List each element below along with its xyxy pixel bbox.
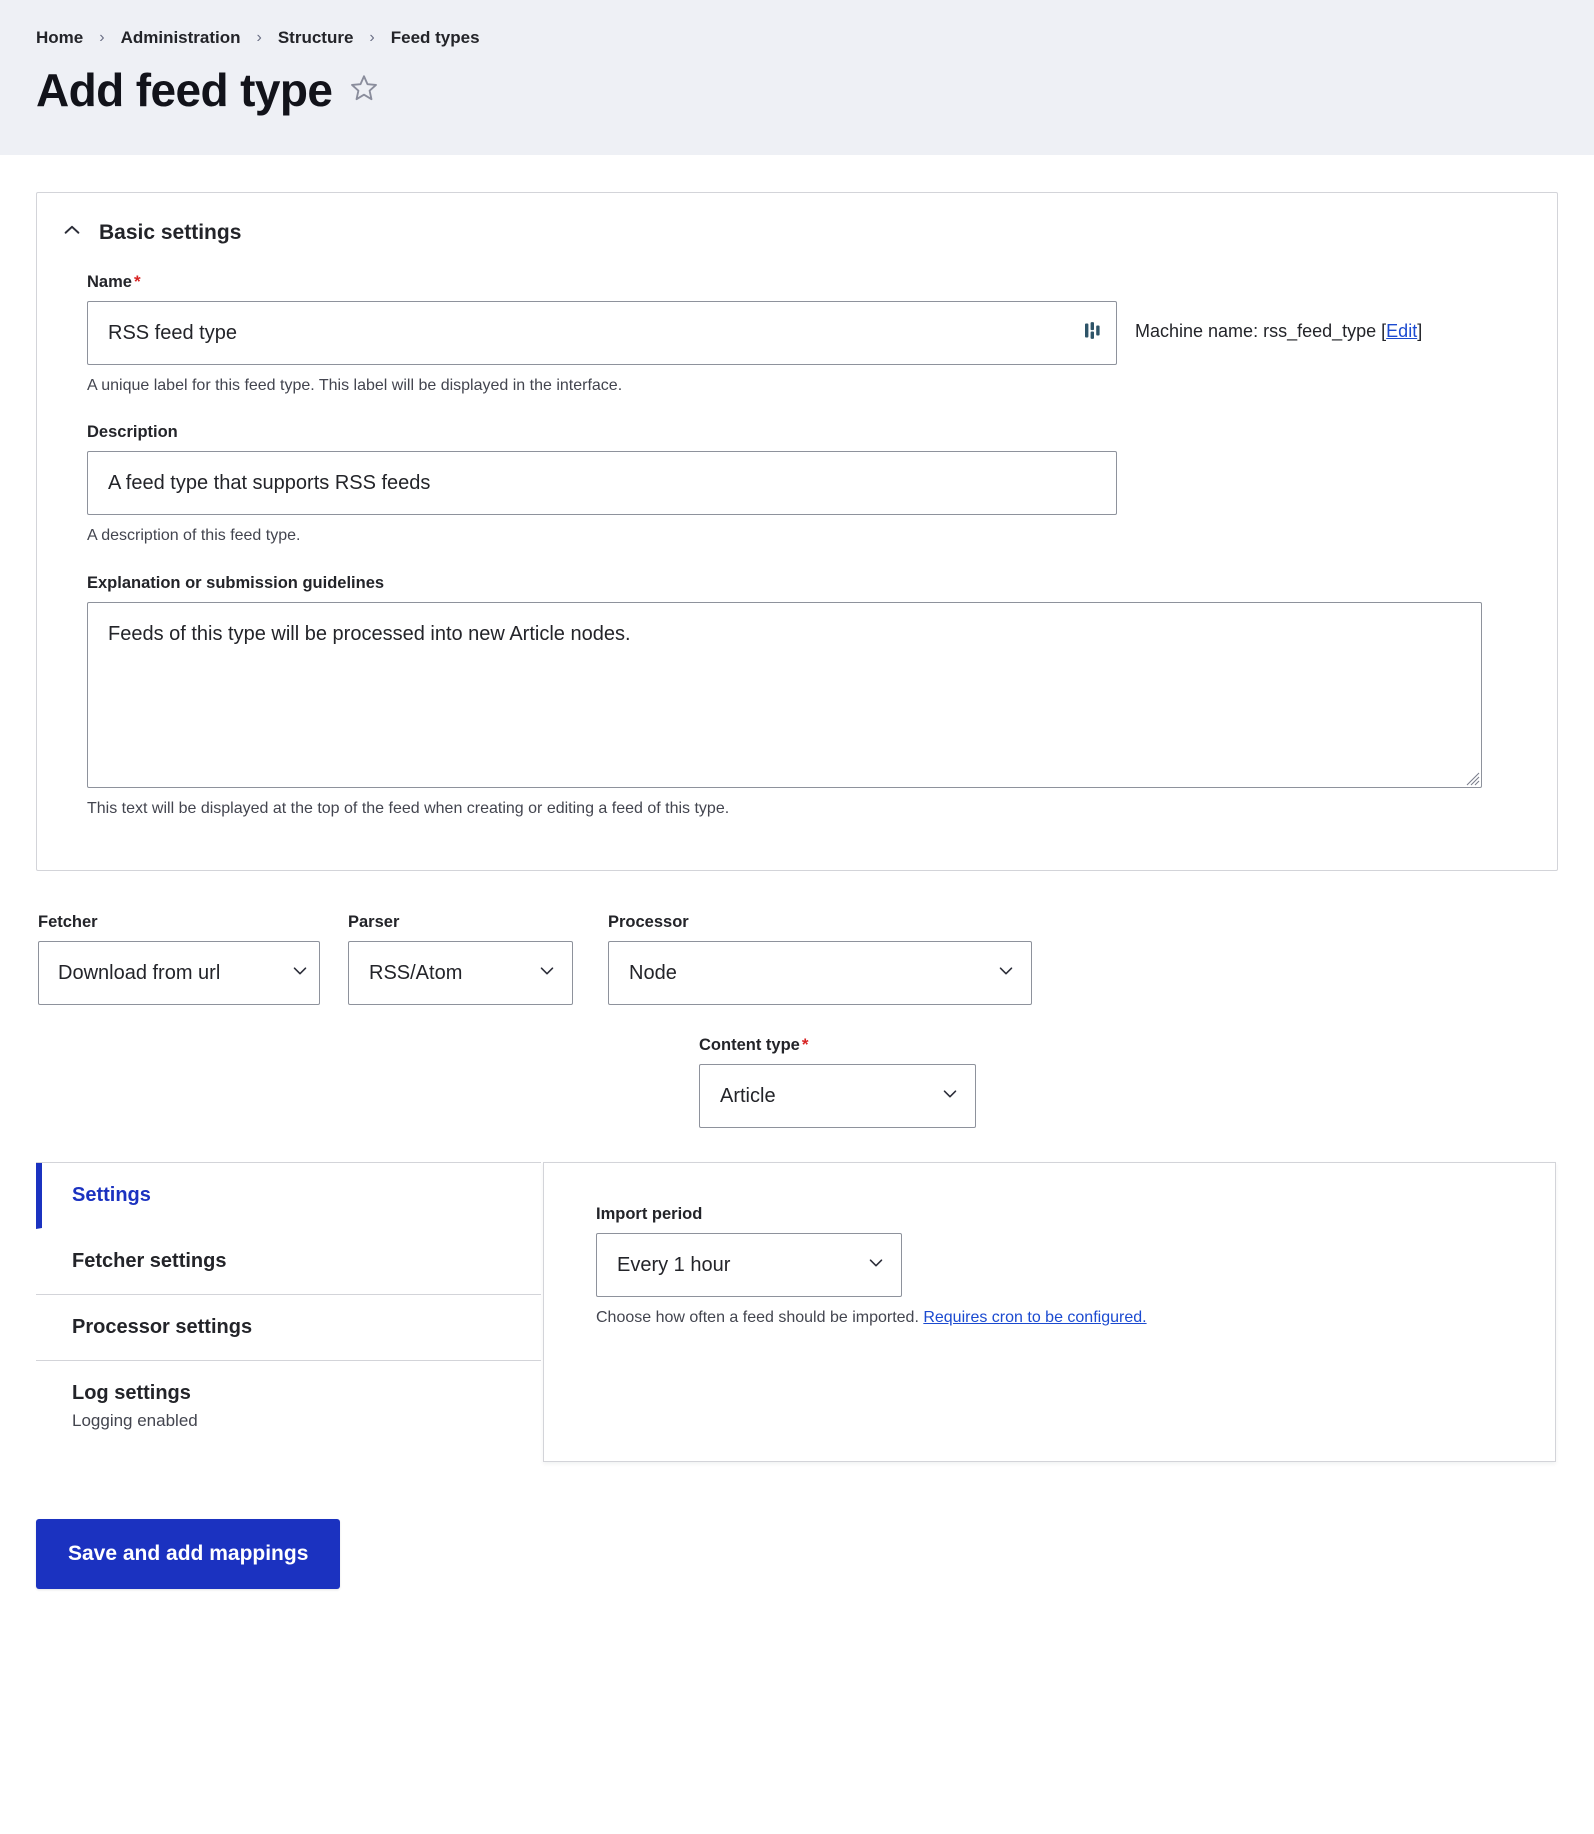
vertical-tab-panel-settings: Import period Every 1 hour Choose how of… <box>543 1162 1556 1463</box>
import-period-help: Choose how often a feed should be import… <box>596 1307 1555 1329</box>
content-type-label: Content type * <box>699 1035 1558 1055</box>
vertical-tab-title: Settings <box>72 1184 151 1207</box>
machine-name-value: rss_feed_type <box>1263 321 1377 341</box>
chevron-down-icon <box>939 1083 961 1110</box>
guidelines-form-item: Explanation or submission guidelines Fee… <box>87 574 1507 820</box>
page-title: Add feed type <box>36 64 333 116</box>
basic-settings-card: Basic settings Name * RSS feed type Mach… <box>36 192 1558 872</box>
processor-form-item: Processor Node <box>608 913 1038 1006</box>
save-and-add-mappings-button[interactable]: Save and add mappings <box>36 1519 341 1590</box>
chevron-down-icon <box>289 960 311 987</box>
vertical-tab-title: Fetcher settings <box>72 1250 227 1273</box>
processor-select-value: Node <box>629 961 677 984</box>
page-title-row: Add feed type <box>36 66 1558 114</box>
breadcrumb-item-administration[interactable]: Administration <box>121 28 241 48</box>
description-label: Description <box>87 423 178 442</box>
fetcher-label: Fetcher <box>38 913 98 932</box>
guidelines-textarea[interactable]: Feeds of this type will be processed int… <box>87 601 1482 788</box>
fetcher-select[interactable]: Download from url <box>38 941 320 1006</box>
chevron-up-icon[interactable] <box>61 219 83 246</box>
chevron-down-icon <box>995 960 1017 987</box>
import-period-label: Import period <box>596 1205 703 1224</box>
vertical-tab-title: Log settings <box>72 1382 191 1405</box>
breadcrumb: Home › Administration › Structure › Feed… <box>36 18 1558 48</box>
vertical-tab-title: Processor settings <box>72 1316 253 1339</box>
name-label-text: Name <box>87 273 132 291</box>
import-period-form-item: Import period Every 1 hour Choose how of… <box>596 1205 1555 1329</box>
vertical-tab-summary: Logging enabled <box>72 1411 198 1431</box>
import-period-select[interactable]: Every 1 hour <box>596 1233 902 1298</box>
fetcher-form-item: Fetcher Download from url <box>38 913 348 1006</box>
name-description: A unique label for this feed type. This … <box>87 377 623 394</box>
parser-form-item: Parser RSS/Atom <box>348 913 608 1006</box>
content-type-form-item: Content type * Article <box>36 1035 1558 1129</box>
star-outline-icon[interactable] <box>348 72 380 109</box>
parser-label: Parser <box>348 913 400 932</box>
parser-select[interactable]: RSS/Atom <box>348 941 573 1006</box>
breadcrumb-separator: › <box>256 29 262 46</box>
main-content: Basic settings Name * RSS feed type Mach… <box>0 192 1594 1590</box>
description-input[interactable] <box>87 451 1117 516</box>
vertical-tab-log-settings[interactable]: Log settings Logging enabled <box>36 1361 541 1452</box>
vertical-tab-fetcher-settings[interactable]: Fetcher settings <box>36 1229 541 1296</box>
breadcrumb-item-home[interactable]: Home <box>36 28 83 48</box>
import-period-select-value: Every 1 hour <box>617 1253 731 1276</box>
breadcrumb-separator: › <box>99 29 105 46</box>
chevron-down-icon <box>865 1252 887 1279</box>
basic-settings-header[interactable]: Basic settings <box>37 193 1557 254</box>
fetcher-select-value: Download from url <box>58 961 221 984</box>
vertical-tab-settings[interactable]: Settings <box>36 1163 541 1230</box>
vertical-tab-processor-settings[interactable]: Processor settings <box>36 1295 541 1362</box>
basic-settings-body: Name * RSS feed type Machine name: rss_f… <box>37 254 1557 820</box>
description-help: A description of this feed type. <box>87 527 301 545</box>
breadcrumb-separator: › <box>369 29 375 46</box>
machine-name-prefix: Machine name: <box>1135 321 1264 341</box>
content-type-label-text: Content type <box>699 1036 800 1055</box>
processor-select[interactable]: Node <box>608 941 1032 1006</box>
guidelines-help: This text will be displayed at the top o… <box>87 799 730 817</box>
name-input-row: Machine name: rss_feed_type [Edit] <box>87 301 1507 365</box>
breadcrumb-item-feed-types[interactable]: Feed types <box>391 28 480 48</box>
description-form-item: Description A description of this feed t… <box>87 423 1507 547</box>
name-label: Name * <box>87 272 1507 292</box>
plugin-selects-row: Fetcher Download from url Parser RSS/Ato… <box>36 913 1558 1006</box>
content-type-select[interactable]: Article <box>699 1064 976 1129</box>
machine-name-display: Machine name: rss_feed_type [Edit] <box>1135 301 1422 342</box>
page-header: Home › Administration › Structure › Feed… <box>0 0 1594 155</box>
processor-label: Processor <box>608 913 689 932</box>
vertical-tabs: Settings Fetcher settings Processor sett… <box>36 1162 1558 1463</box>
guidelines-label: Explanation or submission guidelines <box>87 573 385 592</box>
required-marker: * <box>133 272 141 291</box>
machine-name-edit-link[interactable]: Edit <box>1386 321 1417 341</box>
name-input[interactable] <box>87 301 1117 365</box>
vertical-tabs-list: Settings Fetcher settings Processor sett… <box>36 1162 541 1452</box>
chevron-down-icon <box>536 960 558 987</box>
basic-settings-title: Basic settings <box>99 220 242 244</box>
guidelines-textarea-wrapper: Feeds of this type will be processed int… <box>87 601 1482 788</box>
cron-configuration-link[interactable]: Requires cron to be configured. <box>923 1309 1146 1326</box>
name-form-item: Name * RSS feed type Machine name: rss_f… <box>87 272 1507 397</box>
required-marker: * <box>801 1035 809 1055</box>
machine-name-bracket-close: ] <box>1417 321 1423 341</box>
import-period-help-text: Choose how often a feed should be import… <box>596 1309 924 1327</box>
content-type-select-value: Article <box>720 1084 776 1107</box>
machine-name-bracket-open: [ <box>1376 321 1387 341</box>
breadcrumb-item-structure[interactable]: Structure <box>278 28 354 48</box>
name-input-wrapper <box>87 301 1117 365</box>
